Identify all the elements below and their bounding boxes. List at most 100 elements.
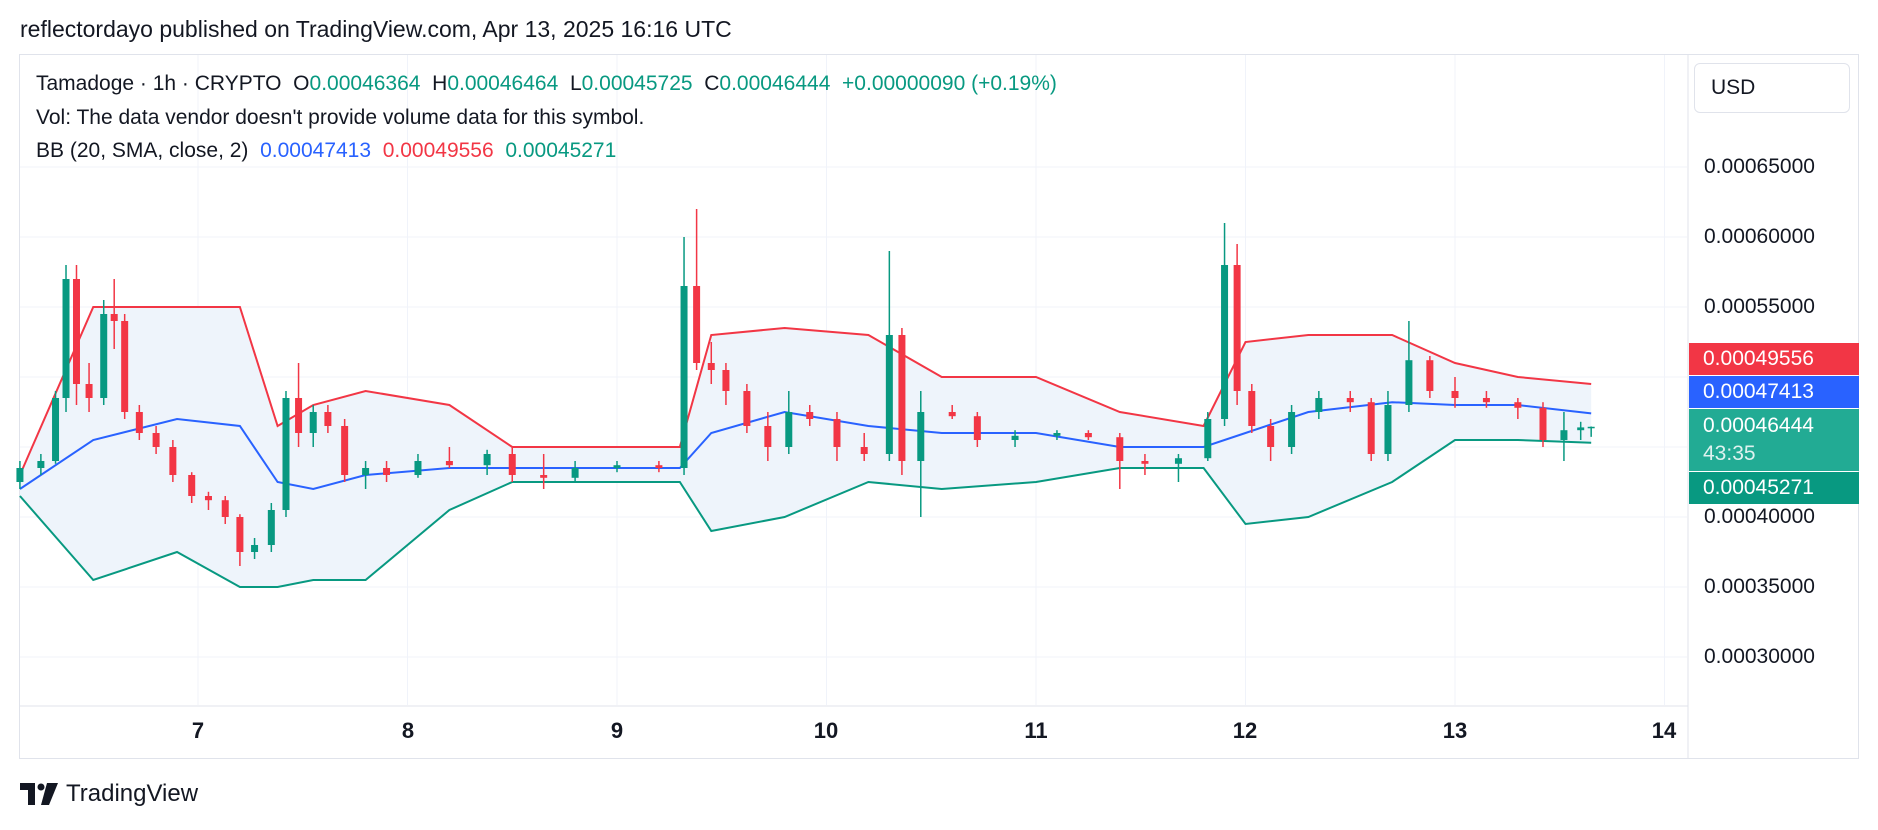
change-value: +0.00000090 (+0.19%) bbox=[842, 72, 1057, 95]
candle-body-down bbox=[1233, 265, 1241, 391]
brand-name: TradingView bbox=[66, 780, 199, 807]
bb-basis-price-badge: 0.00047413 bbox=[1689, 376, 1859, 408]
candle-body-up bbox=[1587, 426, 1595, 429]
candle-body-down bbox=[121, 321, 129, 412]
candle-body-up bbox=[52, 398, 60, 461]
candle-body-down bbox=[169, 447, 177, 475]
date-tick: 9 bbox=[610, 718, 624, 743]
candle-body-down bbox=[324, 412, 332, 426]
candle-body-up bbox=[362, 468, 370, 475]
bollinger-legend[interactable]: BB (20, SMA, close, 2) 0.00047413 0.0004… bbox=[36, 139, 616, 163]
bb-upper-value: 0.00049556 bbox=[382, 139, 494, 162]
candle-body-down bbox=[540, 475, 548, 478]
candle-body-up bbox=[917, 412, 925, 461]
candle-body-down bbox=[973, 416, 981, 440]
candle-body-down bbox=[806, 412, 814, 419]
price-tick: 0.00030000 bbox=[1704, 645, 1815, 668]
bb-upper-price-badge: 0.00049556 bbox=[1689, 343, 1859, 375]
candle-body-up bbox=[100, 314, 108, 398]
candle-body-up bbox=[309, 412, 317, 433]
price-tick: 0.00060000 bbox=[1704, 225, 1815, 248]
candle-body-down bbox=[188, 475, 196, 496]
candle-body-up bbox=[680, 286, 688, 468]
candle-body-down bbox=[1451, 391, 1459, 398]
tradingview-brand[interactable]: TradingView bbox=[20, 780, 198, 808]
price-tick: 0.00065000 bbox=[1704, 155, 1815, 178]
candle-body-up bbox=[571, 468, 579, 478]
candle-body-down bbox=[508, 454, 516, 475]
candle-body-down bbox=[898, 335, 906, 461]
candle-body-down bbox=[1539, 407, 1547, 440]
last-price-badge: 0.00046444 43:35 bbox=[1689, 409, 1859, 471]
candle-body-down bbox=[743, 391, 751, 426]
candle-body-down bbox=[860, 447, 868, 454]
symbol-label: Tamadoge · 1h · CRYPTO bbox=[36, 72, 282, 95]
bb-lower-price-badge: 0.00045271 bbox=[1689, 472, 1859, 504]
candle-body-up bbox=[1204, 419, 1212, 459]
open-label: O bbox=[293, 72, 310, 95]
high-value: 0.00046464 bbox=[447, 72, 559, 95]
date-tick: 12 bbox=[1232, 718, 1258, 743]
high-label: H bbox=[432, 72, 448, 95]
candle-body-down bbox=[341, 426, 349, 475]
candle-body-down bbox=[295, 398, 303, 433]
bb-basis-value: 0.00047413 bbox=[260, 139, 372, 162]
candle-body-down bbox=[1367, 402, 1375, 454]
candle-body-up bbox=[282, 398, 290, 510]
bb-lower-value: 0.00045271 bbox=[505, 139, 617, 162]
candle-body-down bbox=[383, 468, 391, 475]
candle-body-up bbox=[613, 465, 621, 468]
candle-body-up bbox=[62, 279, 70, 398]
candle-body-down bbox=[135, 412, 143, 433]
candle-body-up bbox=[251, 545, 259, 552]
candle-body-up bbox=[1011, 435, 1019, 440]
currency-selector[interactable]: USD bbox=[1694, 63, 1850, 113]
candle-body-down bbox=[110, 314, 118, 321]
low-label: L bbox=[569, 72, 582, 95]
candle-body-up bbox=[1405, 360, 1413, 405]
candle-body-down bbox=[1482, 398, 1490, 403]
candle-body-down bbox=[948, 412, 956, 417]
candle-body-up bbox=[1174, 458, 1182, 464]
candle-body-up bbox=[1315, 398, 1323, 412]
candle-body-down bbox=[445, 461, 453, 466]
candle-body-down bbox=[1267, 426, 1275, 447]
candle-body-up bbox=[16, 468, 24, 482]
candle-body-up bbox=[885, 335, 893, 454]
candle-body-down bbox=[221, 500, 229, 517]
candle-body-up bbox=[1053, 433, 1061, 436]
candle-body-down bbox=[722, 370, 730, 391]
price-tick: 0.00040000 bbox=[1704, 505, 1815, 528]
date-tick: 11 bbox=[1024, 718, 1048, 743]
last-price-value: 0.00046444 bbox=[1703, 414, 1814, 437]
candle-body-down bbox=[1514, 402, 1522, 408]
candle-body-down bbox=[1426, 360, 1434, 391]
candle-body-up bbox=[483, 454, 491, 466]
candle-body-up bbox=[1288, 412, 1296, 447]
candle-body-down bbox=[72, 279, 80, 384]
candle-body-up bbox=[1560, 430, 1568, 440]
candle-body-up bbox=[785, 412, 793, 447]
candle-body-down bbox=[152, 433, 160, 447]
candle-body-down bbox=[693, 286, 701, 363]
price-tick: 0.00035000 bbox=[1704, 575, 1815, 598]
candle-body-down bbox=[707, 363, 715, 370]
open-value: 0.00046364 bbox=[309, 72, 421, 95]
price-tick: 0.00055000 bbox=[1704, 295, 1815, 318]
candle-body-up bbox=[1221, 265, 1229, 419]
candle-body-up bbox=[37, 461, 45, 468]
candle-body-up bbox=[1577, 427, 1585, 431]
candle-body-down bbox=[655, 465, 663, 468]
candle-body-down bbox=[764, 426, 772, 447]
candle-body-down bbox=[1141, 461, 1149, 464]
candle-body-up bbox=[1384, 405, 1392, 454]
candle-body-down bbox=[833, 419, 841, 447]
candle-body-down bbox=[1084, 433, 1092, 438]
bb-label: BB (20, SMA, close, 2) bbox=[36, 139, 249, 162]
candle-body-up bbox=[267, 510, 275, 545]
date-tick: 7 bbox=[191, 718, 205, 743]
candle-body-down bbox=[1346, 398, 1354, 403]
candle-body-down bbox=[236, 517, 244, 552]
date-tick: 10 bbox=[813, 718, 839, 743]
volume-legend: Vol: The data vendor doesn't provide vol… bbox=[36, 106, 645, 129]
